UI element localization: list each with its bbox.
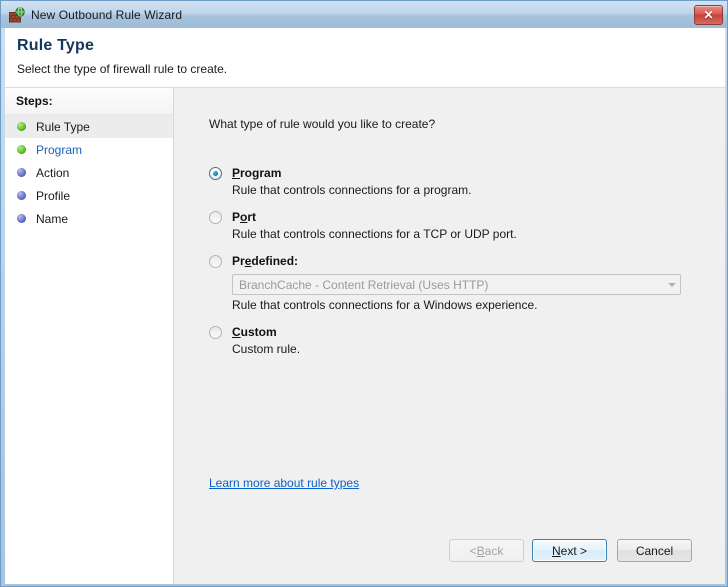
- close-icon: ✕: [703, 8, 714, 22]
- radio-port[interactable]: [209, 211, 222, 224]
- label-rest: ext >: [560, 543, 588, 558]
- wizard-footer: < Back Next > Cancel: [174, 539, 725, 562]
- predefined-rule-value: BranchCache - Content Retrieval (Uses HT…: [239, 277, 489, 292]
- option-custom: Custom Custom rule.: [209, 325, 705, 356]
- step-bullet-icon: [17, 168, 26, 177]
- option-port-label[interactable]: Port: [232, 210, 256, 224]
- option-program-label[interactable]: Program: [232, 166, 281, 180]
- sidebar-item-rule-type[interactable]: Rule Type: [5, 115, 173, 138]
- steps-sidebar: Steps: Rule Type Program Action Profile …: [5, 88, 174, 584]
- option-custom-label[interactable]: Custom: [232, 325, 277, 339]
- cancel-button[interactable]: Cancel: [617, 539, 692, 562]
- radio-program[interactable]: [209, 167, 222, 180]
- sidebar-item-profile[interactable]: Profile: [5, 184, 173, 207]
- step-bullet-icon: [17, 145, 26, 154]
- chevron-down-icon: [663, 282, 680, 287]
- accel-char: B: [476, 543, 485, 558]
- radio-custom[interactable]: [209, 326, 222, 339]
- firewall-globe-icon: [9, 6, 25, 23]
- label-rest: rogram: [240, 166, 282, 180]
- option-predefined: Predefined: BranchCache - Content Retrie…: [209, 254, 705, 312]
- close-button[interactable]: ✕: [694, 5, 723, 25]
- accel-char: N: [551, 543, 561, 558]
- option-program: Program Rule that controls connections f…: [209, 166, 705, 197]
- back-button[interactable]: < Back: [449, 539, 524, 562]
- label-rest: rt: [247, 210, 257, 224]
- sidebar-item-name[interactable]: Name: [5, 207, 173, 230]
- next-button[interactable]: Next >: [532, 539, 607, 562]
- step-bullet-icon: [17, 122, 26, 131]
- label-rest: ustom: [240, 325, 277, 339]
- sidebar-item-label: Name: [36, 211, 69, 226]
- wizard-header: Rule Type Select the type of firewall ru…: [5, 28, 725, 88]
- sidebar-item-label: Profile: [36, 188, 71, 203]
- steps-heading: Steps:: [5, 88, 173, 115]
- option-predefined-description: Rule that controls connections for a Win…: [232, 298, 538, 312]
- option-port: Port Rule that controls connections for …: [209, 210, 705, 241]
- question-label: What type of rule would you like to crea…: [209, 117, 436, 131]
- label-pre: <: [469, 543, 477, 558]
- title-bar: New Outbound Rule Wizard ✕: [1, 1, 727, 28]
- content-pane: What type of rule would you like to crea…: [174, 88, 725, 584]
- sidebar-item-label: Rule Type: [36, 119, 90, 134]
- option-port-description: Rule that controls connections for a TCP…: [232, 227, 517, 241]
- learn-more-link[interactable]: Learn more about rule types: [209, 476, 359, 490]
- label-rest: defined:: [251, 254, 299, 268]
- page-title: Rule Type: [17, 37, 95, 54]
- predefined-rule-dropdown[interactable]: BranchCache - Content Retrieval (Uses HT…: [232, 274, 681, 295]
- sidebar-item-action[interactable]: Action: [5, 161, 173, 184]
- accel-char: P: [232, 166, 241, 180]
- label-pre: Pr: [232, 254, 245, 268]
- sidebar-item-label: Action: [36, 165, 70, 180]
- step-bullet-icon: [17, 214, 26, 223]
- rule-type-radio-group: Program Rule that controls connections f…: [209, 166, 705, 369]
- step-bullet-icon: [17, 191, 26, 200]
- window-title: New Outbound Rule Wizard: [31, 7, 183, 22]
- sidebar-item-program[interactable]: Program: [5, 138, 173, 161]
- sidebar-item-label: Program: [36, 142, 83, 157]
- accel-char: C: [232, 325, 241, 339]
- label-pre: P: [232, 210, 241, 224]
- label-rest: ack: [484, 543, 504, 558]
- radio-predefined[interactable]: [209, 255, 222, 268]
- page-subtitle: Select the type of firewall rule to crea…: [17, 62, 228, 76]
- option-custom-description: Custom rule.: [232, 342, 301, 356]
- wizard-body: Steps: Rule Type Program Action Profile …: [5, 88, 725, 584]
- option-predefined-label[interactable]: Predefined:: [232, 254, 298, 268]
- option-program-description: Rule that controls connections for a pro…: [232, 183, 472, 197]
- wizard-window: New Outbound Rule Wizard ✕ Rule Type Sel…: [0, 0, 728, 587]
